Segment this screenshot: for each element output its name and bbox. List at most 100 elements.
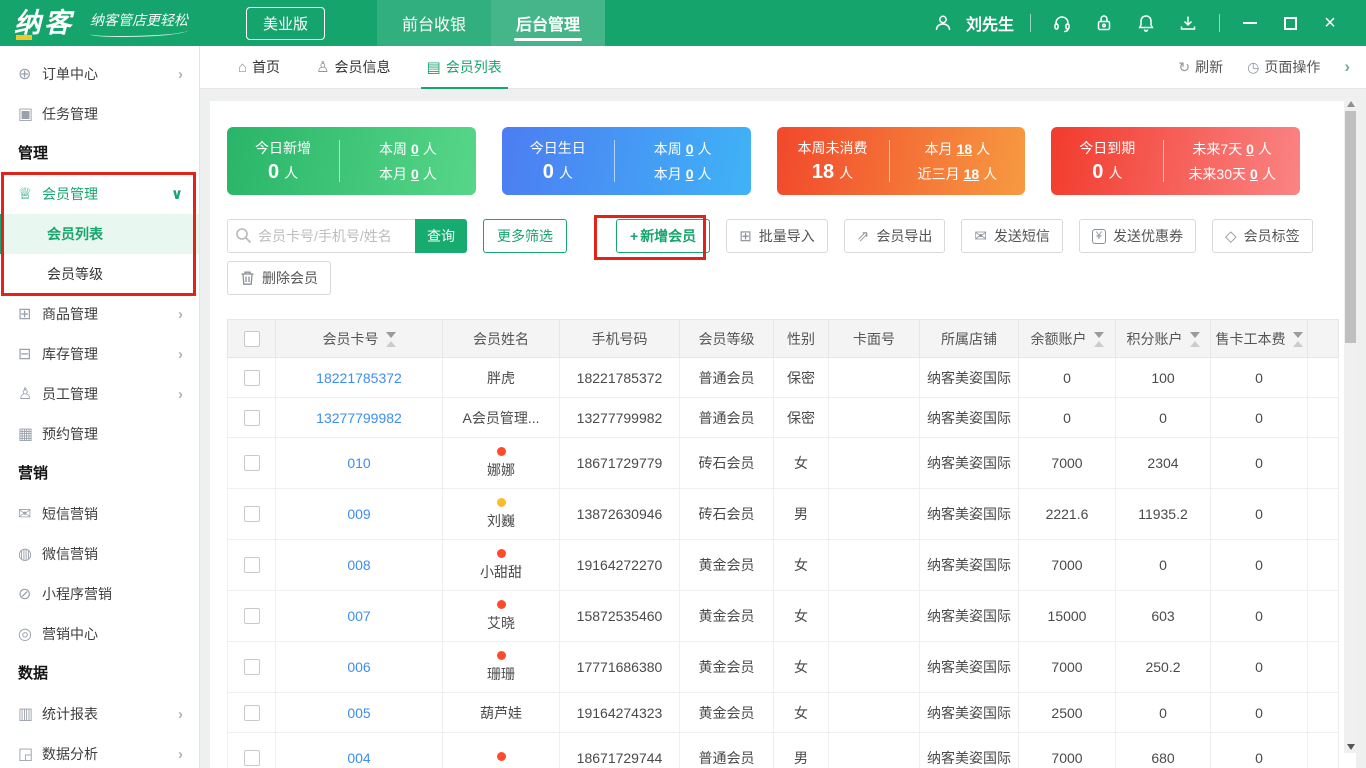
scroll-up-arrow[interactable] — [1344, 97, 1357, 110]
tab-home[interactable]: ⌂ 首页 — [238, 46, 280, 89]
member-card-link[interactable]: 005 — [347, 705, 370, 721]
member-card-link[interactable]: 18221785372 — [316, 370, 402, 386]
row-checkbox[interactable] — [243, 704, 260, 721]
sidebar-item-member-management[interactable]: ♕ 会员管理 ∨ — [0, 174, 199, 214]
row-checkbox[interactable] — [243, 659, 260, 675]
triangle-down-icon — [1346, 743, 1355, 750]
sidebar-item-sms-marketing[interactable]: ✉ 短信营销 — [0, 494, 199, 534]
stat-card-title: 今日生日 — [529, 140, 586, 156]
tab-member-info[interactable]: ♙ 会员信息 — [316, 46, 390, 89]
member-name: 小甜甜 — [480, 563, 522, 580]
maximize-button[interactable] — [1277, 10, 1303, 36]
column-header: 余额账户 — [1030, 330, 1087, 347]
stat-sub-value[interactable]: 0 — [411, 166, 419, 182]
home-icon: ⌂ — [238, 58, 248, 76]
stat-sub-value[interactable]: 0 — [686, 141, 694, 157]
export-icon: ⇗ — [856, 228, 870, 245]
row-checkbox[interactable] — [243, 608, 260, 624]
sidebar-item-booking-management[interactable]: ▦ 预约管理 — [0, 414, 199, 454]
chevron-right-icon[interactable]: › — [1344, 57, 1350, 77]
close-button[interactable]: × — [1317, 10, 1343, 36]
scrollbar-thumb[interactable] — [1345, 111, 1356, 343]
stat-sub-value[interactable]: 18 — [957, 141, 973, 157]
row-checkbox[interactable] — [243, 506, 260, 522]
member-card-link[interactable]: 13277799982 — [316, 410, 402, 426]
vertical-scrollbar[interactable] — [1344, 97, 1357, 753]
search-button[interactable]: 查询 — [415, 219, 467, 253]
sort-icon[interactable] — [1189, 332, 1200, 348]
row-checkbox[interactable] — [243, 750, 260, 766]
sidebar-item-marketing-center[interactable]: ◎ 营销中心 — [0, 614, 199, 654]
card-face-number — [828, 641, 920, 693]
column-header: 所属店铺 — [941, 330, 997, 347]
member-store: 纳客美姿国际 — [919, 590, 1019, 642]
member-table: 会员卡号 会员姓名 手机号码 会员等级 性别 卡面号 所属店铺 余额账户 积分账… — [227, 319, 1339, 768]
page-actions-button[interactable]: ◷ 页面操作 — [1247, 57, 1320, 77]
sidebar-subitem-member-list[interactable]: 会员列表 — [0, 214, 199, 254]
nav-tab-backend-management[interactable]: 后台管理 — [491, 0, 606, 46]
nav-tab-front-cashier[interactable]: 前台收银 — [377, 0, 492, 46]
row-checkbox[interactable] — [243, 557, 260, 573]
card-face-number — [828, 732, 920, 768]
stat-sub-value[interactable]: 0 — [411, 141, 419, 157]
table-row: 009 刘巍 13872630946 砖石会员 男 纳客美姿国际 2221.6 … — [227, 488, 1339, 540]
close-icon: × — [1324, 12, 1336, 34]
member-store: 纳客美姿国际 — [919, 397, 1019, 438]
member-card-link[interactable]: 006 — [347, 659, 370, 675]
member-card-link[interactable]: 008 — [347, 557, 370, 573]
row-checkbox[interactable] — [243, 455, 260, 471]
sort-icon[interactable] — [1292, 332, 1303, 348]
sort-icon[interactable] — [385, 332, 396, 348]
table-row: 18221785372 胖虎 18221785372 普通会员 保密 纳客美姿国… — [227, 357, 1339, 398]
sidebar-item-wechat-marketing[interactable]: ◍ 微信营销 — [0, 534, 199, 574]
sort-icon[interactable] — [1093, 332, 1104, 348]
miniprogram-icon: ⊘ — [18, 586, 32, 603]
member-level: 黄金会员 — [679, 539, 774, 591]
send-sms-button[interactable]: ✉ 发送短信 — [961, 219, 1063, 253]
member-level: 黄金会员 — [679, 692, 774, 733]
sidebar-item-order-center[interactable]: ⊕ 订单中心 › — [0, 54, 199, 94]
sidebar-item-miniapp-marketing[interactable]: ⊘ 小程序营销 — [0, 574, 199, 614]
member-tag-button[interactable]: ◇ 会员标签 — [1212, 219, 1313, 253]
stat-sub-value[interactable]: 0 — [686, 166, 694, 182]
download-icon[interactable] — [1177, 12, 1199, 34]
sidebar-item-stats-report[interactable]: ▥ 统计报表 › — [0, 694, 199, 734]
member-gender: 女 — [773, 539, 829, 591]
lock-icon[interactable] — [1093, 12, 1115, 34]
sidebar-subitem-member-level[interactable]: 会员等级 — [0, 254, 199, 294]
member-card-link[interactable]: 010 — [347, 455, 370, 471]
headset-icon[interactable] — [1051, 12, 1073, 34]
scroll-down-arrow[interactable] — [1344, 740, 1357, 753]
batch-import-button[interactable]: ⊞ 批量导入 — [726, 219, 828, 253]
user-name[interactable]: 刘先生 — [966, 11, 1014, 35]
member-card-link[interactable]: 004 — [347, 750, 370, 766]
sidebar-item-staff-management[interactable]: ♙ 员工管理 › — [0, 374, 199, 414]
member-card-link[interactable]: 007 — [347, 608, 370, 624]
minimize-button[interactable] — [1237, 10, 1263, 36]
sidebar-item-inventory-management[interactable]: ⊟ 库存管理 › — [0, 334, 199, 374]
tab-member-list[interactable]: ▤ 会员列表 — [420, 46, 508, 89]
sidebar-item-goods-management[interactable]: ⊞ 商品管理 › — [0, 294, 199, 334]
sidebar-item-task-management[interactable]: ▣ 任务管理 — [0, 94, 199, 134]
plus-icon: + — [630, 228, 639, 244]
row-checkbox[interactable] — [243, 409, 260, 426]
chevron-right-icon: › — [178, 705, 183, 723]
edition-badge[interactable]: 美业版 — [246, 6, 326, 40]
refresh-button[interactable]: ↻ 刷新 — [1178, 57, 1223, 77]
row-checkbox[interactable] — [243, 369, 260, 386]
delete-member-button[interactable]: 删除会员 — [227, 261, 331, 295]
stat-sub-value[interactable]: 18 — [964, 166, 980, 182]
card-fee: 0 — [1210, 692, 1308, 733]
export-member-button[interactable]: ⇗ 会员导出 — [843, 219, 946, 253]
stat-sub-value[interactable]: 0 — [1246, 141, 1254, 157]
add-member-button[interactable]: + 新增会员 — [616, 219, 711, 253]
stat-sub-value[interactable]: 0 — [1250, 166, 1258, 182]
member-card-link[interactable]: 009 — [347, 506, 370, 522]
sidebar-item-data-analysis[interactable]: ◲ 数据分析 › — [0, 734, 199, 768]
select-all-checkbox[interactable] — [243, 330, 260, 347]
send-coupon-button[interactable]: ¥ 发送优惠券 — [1078, 219, 1197, 253]
more-filter-button[interactable]: 更多筛选 — [483, 219, 567, 253]
bell-icon[interactable] — [1135, 12, 1157, 34]
logo-accent — [16, 34, 32, 40]
search-input[interactable] — [227, 219, 415, 253]
